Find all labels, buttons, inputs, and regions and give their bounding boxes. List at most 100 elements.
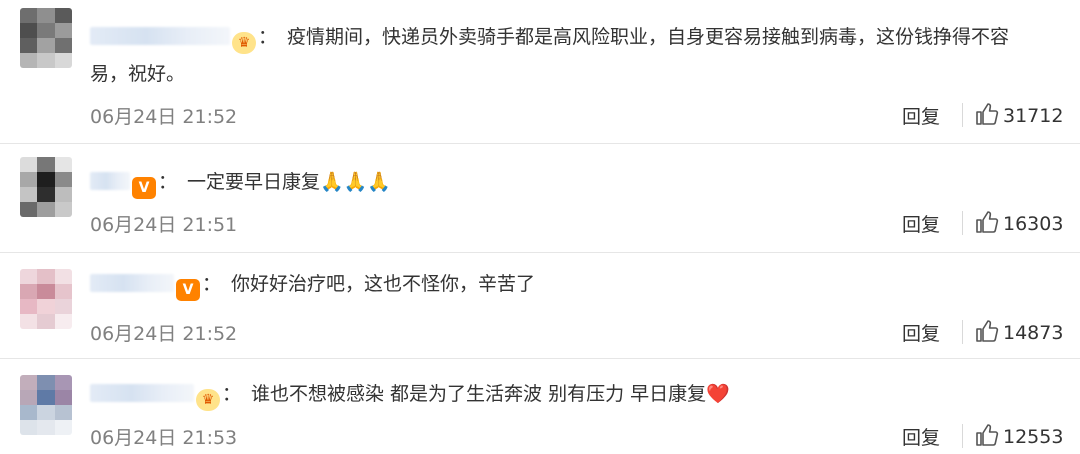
avatar-pixel bbox=[54, 390, 72, 405]
avatar-pixel bbox=[37, 23, 55, 38]
comment-item: ♛：疫情期间，快递员外卖骑手都是高风险职业，自身更容易接触到病毒，这份钱挣得不容… bbox=[0, 0, 1080, 144]
avatar-pixel bbox=[20, 420, 38, 435]
comment-timestamp: 06月24日 21:53 bbox=[90, 427, 238, 449]
comment-timestamp: 06月24日 21:52 bbox=[90, 323, 238, 345]
username-blurred[interactable] bbox=[90, 172, 130, 190]
comment-item: V： 一定要早日康复🙏🙏🙏 06月24日 21:51 回复 16303 bbox=[0, 144, 1080, 253]
avatar-pixel bbox=[54, 187, 72, 202]
avatar-pixel bbox=[54, 157, 72, 172]
reply-button[interactable]: 回复 bbox=[902, 102, 940, 129]
avatar-pixel bbox=[20, 405, 38, 420]
avatar-pixel bbox=[54, 314, 72, 329]
avatar-pixel bbox=[54, 53, 72, 68]
avatar-pixel bbox=[20, 23, 38, 38]
colon: ： bbox=[158, 171, 178, 193]
username-blurred[interactable] bbox=[90, 384, 194, 402]
avatar-pixel bbox=[37, 314, 55, 329]
like-count: 31712 bbox=[1003, 105, 1064, 127]
avatar[interactable] bbox=[20, 157, 72, 217]
username-blurred[interactable] bbox=[90, 27, 230, 45]
like-count: 16303 bbox=[1003, 213, 1064, 235]
verified-v-icon: V bbox=[132, 177, 156, 199]
like-button[interactable]: 31712 bbox=[975, 102, 1063, 127]
comment-timestamp: 06月24日 21:52 bbox=[90, 106, 238, 128]
avatar-pixel bbox=[54, 23, 72, 38]
comment-body: ♛：疫情期间，快递员外卖骑手都是高风险职业，自身更容易接触到病毒，这份钱挣得不容… bbox=[90, 19, 1040, 93]
like-button[interactable]: 16303 bbox=[975, 210, 1063, 235]
avatar-pixel bbox=[20, 375, 38, 390]
avatar-pixel bbox=[54, 38, 72, 53]
avatar-pixel bbox=[54, 299, 72, 314]
like-button[interactable]: 12553 bbox=[975, 423, 1063, 448]
avatar-pixel bbox=[54, 202, 72, 217]
verified-v-icon: V bbox=[176, 279, 200, 301]
avatar-pixel bbox=[20, 38, 38, 53]
thumbs-up-icon bbox=[976, 424, 999, 446]
avatar-pixel bbox=[54, 172, 72, 187]
comment-text: 你好好治疗吧，这也不怪你，辛苦了 bbox=[231, 273, 536, 295]
comment-body: V： 你好好治疗吧，这也不怪你，辛苦了 bbox=[90, 266, 1040, 303]
comment-text: 一定要早日康复🙏🙏🙏 bbox=[187, 171, 391, 193]
avatar-pixel bbox=[37, 405, 55, 420]
action-divider bbox=[962, 103, 963, 127]
avatar-pixel bbox=[37, 172, 55, 187]
avatar-pixel bbox=[54, 405, 72, 420]
crown-icon: ♛ bbox=[196, 389, 220, 411]
avatar-pixel bbox=[20, 269, 38, 284]
comment-item: V： 你好好治疗吧，这也不怪你，辛苦了 06月24日 21:52 回复 14873 bbox=[0, 253, 1080, 359]
like-button[interactable]: 14873 bbox=[975, 319, 1063, 344]
avatar-pixel bbox=[37, 157, 55, 172]
avatar-pixel bbox=[37, 375, 55, 390]
thumbs-up-icon bbox=[976, 320, 999, 342]
comment-item: ♛： 谁也不想被感染 都是为了生活奔波 别有压力 早日康复❤️ 06月24日 21… bbox=[0, 359, 1080, 454]
avatar-pixel bbox=[37, 38, 55, 53]
comment-body: ♛： 谁也不想被感染 都是为了生活奔波 别有压力 早日康复❤️ bbox=[90, 376, 1040, 413]
avatar-pixel bbox=[54, 284, 72, 299]
reply-button[interactable]: 回复 bbox=[902, 319, 940, 346]
avatar-pixel bbox=[37, 420, 55, 435]
colon: ： bbox=[258, 26, 278, 48]
avatar-pixel bbox=[20, 8, 38, 23]
avatar-pixel bbox=[37, 299, 55, 314]
avatar-pixel bbox=[20, 202, 38, 217]
avatar-pixel bbox=[37, 202, 55, 217]
avatar-pixel bbox=[37, 390, 55, 405]
avatar[interactable] bbox=[20, 8, 72, 68]
comment-timestamp: 06月24日 21:51 bbox=[90, 214, 238, 236]
avatar-pixel bbox=[54, 375, 72, 390]
avatar[interactable] bbox=[20, 375, 72, 435]
avatar-pixel bbox=[54, 8, 72, 23]
colon: ： bbox=[222, 383, 242, 405]
username-blurred[interactable] bbox=[90, 274, 174, 292]
avatar-pixel bbox=[20, 53, 38, 68]
action-divider bbox=[962, 211, 963, 235]
like-count: 12553 bbox=[1003, 426, 1064, 448]
avatar-pixel bbox=[20, 284, 38, 299]
comment-list: ♛：疫情期间，快递员外卖骑手都是高风险职业，自身更容易接触到病毒，这份钱挣得不容… bbox=[0, 0, 1080, 452]
avatar-pixel bbox=[20, 390, 38, 405]
action-divider bbox=[962, 320, 963, 344]
avatar[interactable] bbox=[20, 269, 72, 329]
crown-icon: ♛ bbox=[232, 32, 256, 54]
comment-text: 谁也不想被感染 都是为了生活奔波 别有压力 早日康复❤️ bbox=[251, 383, 730, 405]
avatar-pixel bbox=[37, 53, 55, 68]
reply-button[interactable]: 回复 bbox=[902, 423, 940, 450]
avatar-pixel bbox=[20, 157, 38, 172]
avatar-pixel bbox=[54, 420, 72, 435]
avatar-pixel bbox=[37, 269, 55, 284]
thumbs-up-icon bbox=[976, 211, 999, 233]
avatar-pixel bbox=[20, 187, 38, 202]
reply-button[interactable]: 回复 bbox=[902, 210, 940, 237]
thumbs-up-icon bbox=[976, 103, 999, 125]
avatar-pixel bbox=[37, 187, 55, 202]
action-divider bbox=[962, 424, 963, 448]
avatar-pixel bbox=[54, 269, 72, 284]
avatar-pixel bbox=[20, 314, 38, 329]
colon: ： bbox=[202, 273, 222, 295]
avatar-pixel bbox=[37, 284, 55, 299]
avatar-pixel bbox=[20, 172, 38, 187]
avatar-pixel bbox=[20, 299, 38, 314]
avatar-pixel bbox=[37, 8, 55, 23]
like-count: 14873 bbox=[1003, 322, 1064, 344]
comment-body: V： 一定要早日康复🙏🙏🙏 bbox=[90, 164, 1040, 201]
